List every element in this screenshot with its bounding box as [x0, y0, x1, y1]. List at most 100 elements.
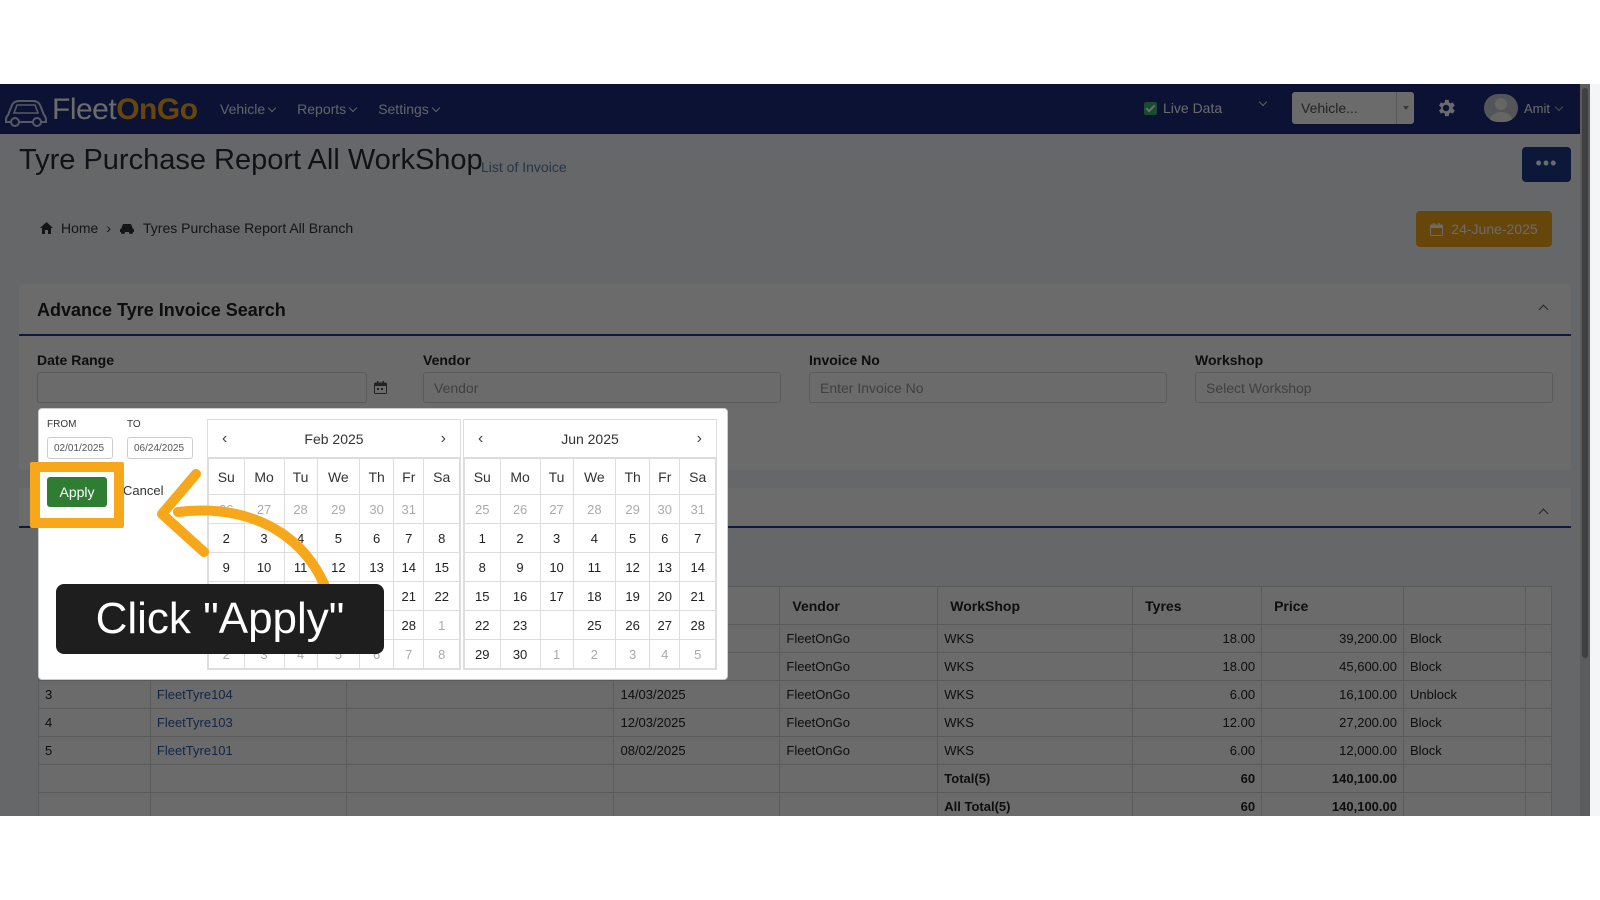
invoice-link[interactable]: FleetTyre101	[149, 736, 347, 765]
calendar-day[interactable]: 27	[539, 494, 574, 524]
from-date-input[interactable]: 02/01/2025	[47, 437, 113, 459]
logo[interactable]: FleetOnGo	[4, 90, 198, 130]
apply-highlight-frame	[30, 462, 124, 528]
calendar-day[interactable]: 31	[679, 494, 716, 524]
advance-search-header[interactable]: Advance Tyre Invoice Search	[19, 284, 1571, 336]
calendar-day[interactable]: 2	[572, 639, 617, 669]
calendar-day[interactable]: 15	[464, 581, 501, 611]
table-row: 5 FleetTyre101 08/02/2025 FleetOnGo WKS 6.00 1…	[38, 736, 1553, 765]
live-data-toggle[interactable]: Live Data	[1144, 100, 1222, 116]
calendar-day[interactable]: 31	[393, 494, 425, 524]
column-header-tyres[interactable]: Tyres	[1132, 586, 1263, 625]
calendar-day[interactable]: 14	[679, 552, 716, 582]
calendar-day[interactable]: 10	[539, 552, 574, 582]
calendar-day[interactable]: 17	[539, 581, 574, 611]
calendar-day[interactable]: 3	[539, 523, 574, 553]
menu-reports[interactable]: Reports	[297, 101, 358, 117]
table-cell: WKS	[937, 624, 1134, 653]
gear-icon[interactable]	[1435, 97, 1457, 119]
calendar-day[interactable]: 28	[393, 610, 425, 640]
chevron-down-icon	[348, 103, 358, 112]
collapse-icon[interactable]	[1538, 508, 1549, 519]
calendar-day[interactable]: 5	[679, 639, 716, 669]
calendar-day[interactable]: 7	[393, 639, 425, 669]
total-price: 140,100.00	[1261, 792, 1404, 816]
calendar-day[interactable]: 20	[649, 581, 681, 611]
calendar-day[interactable]: 18	[572, 581, 617, 611]
calendar-day[interactable]: 30	[499, 639, 541, 669]
calendar-day[interactable]: 3	[615, 639, 651, 669]
collapse-icon[interactable]	[1538, 304, 1549, 315]
calendar-day[interactable]: 9	[499, 552, 541, 582]
calendar-day[interactable]: 23	[499, 610, 541, 640]
menu-vehicle[interactable]: Vehicle	[220, 101, 277, 117]
calendar-day[interactable]: 13	[359, 552, 395, 582]
chevron-down-icon[interactable]	[1258, 97, 1268, 107]
workshop-select[interactable]: Select Workshop	[1195, 372, 1553, 403]
calendar-day[interactable]: 13	[649, 552, 681, 582]
calendar-day[interactable]: 6	[359, 523, 395, 553]
calendar-day[interactable]: 2	[499, 523, 541, 553]
date-range-input[interactable]	[37, 372, 367, 403]
date-range-calendar-button[interactable]	[366, 372, 394, 403]
calendar-day[interactable]: 29	[615, 494, 651, 524]
calendar-day[interactable]: 30	[649, 494, 681, 524]
calendar-day[interactable]: 27	[649, 610, 681, 640]
calendar-day[interactable]: 8	[423, 523, 460, 553]
dropdown-arrow-icon[interactable]	[1396, 92, 1414, 124]
page-scrollbar[interactable]	[1580, 84, 1590, 816]
invoice-link[interactable]: FleetTyre104	[149, 680, 347, 709]
calendar-day[interactable]: 25	[464, 494, 501, 524]
calendar-day[interactable]: 30	[359, 494, 395, 524]
car-logo-icon	[5, 100, 47, 127]
column-header-price[interactable]: Price	[1261, 586, 1404, 625]
calendar-day[interactable]: 28	[572, 494, 617, 524]
calendar-day[interactable]: 26	[615, 610, 651, 640]
calendar-day[interactable]: 12	[615, 552, 651, 582]
breadcrumb-home[interactable]: Home	[61, 220, 98, 236]
more-options-button[interactable]: •••	[1522, 147, 1571, 182]
column-header-vendor[interactable]: Vendor	[779, 586, 939, 625]
calendar-left-title: Feb 2025	[304, 430, 364, 447]
calendar-day[interactable]: 11	[572, 552, 617, 582]
prev-month-icon[interactable]: ‹	[478, 430, 483, 448]
calendar-day[interactable]: 29	[464, 639, 501, 669]
column-header-workshop[interactable]: WorkShop	[937, 586, 1134, 625]
calendar-day[interactable]: 26	[499, 494, 541, 524]
scrollbar-thumb[interactable]	[1582, 88, 1588, 658]
calendar-day[interactable]: 19	[615, 581, 651, 611]
menu-settings[interactable]: Settings	[378, 101, 441, 117]
calendar-day[interactable]: 5	[615, 523, 651, 553]
calendar-week: 29 30 1 2 3 4 5	[464, 639, 716, 669]
next-month-icon[interactable]: ›	[697, 430, 702, 448]
next-month-icon[interactable]: ›	[441, 430, 446, 448]
calendar-day[interactable]: 6	[649, 523, 681, 553]
from-label: FROM	[47, 419, 77, 430]
calendar-day[interactable]: 28	[679, 610, 716, 640]
vehicle-select[interactable]: Vehicle...	[1292, 92, 1414, 124]
calendar-day[interactable]: 21	[393, 581, 425, 611]
calendar-day[interactable]: 22	[423, 581, 460, 611]
calendar-day[interactable]: 1	[464, 523, 501, 553]
calendar-day[interactable]: 4	[572, 523, 617, 553]
calendar-day[interactable]: 7	[393, 523, 425, 553]
calendar-day[interactable]: 14	[393, 552, 425, 582]
live-data-label: Live Data	[1163, 100, 1223, 116]
calendar-day[interactable]: 7	[679, 523, 716, 553]
vendor-input[interactable]: Vendor	[423, 372, 781, 403]
calendar-day[interactable]: 8	[423, 639, 460, 669]
calendar-day[interactable]: 15	[423, 552, 460, 582]
user-menu[interactable]: Amit	[1484, 94, 1564, 122]
calendar-day[interactable]: 1	[423, 610, 460, 640]
live-data-checkbox[interactable]	[1144, 101, 1157, 115]
calendar-day[interactable]: 4	[649, 639, 681, 669]
calendar-day[interactable]: 21	[679, 581, 716, 611]
invoice-no-input[interactable]: Enter Invoice No	[809, 372, 1167, 403]
calendar-day[interactable]: 22	[464, 610, 501, 640]
invoice-link[interactable]: FleetTyre103	[149, 708, 347, 737]
calendar-day[interactable]: 25	[572, 610, 617, 640]
calendar-day[interactable]: 16	[499, 581, 541, 611]
calendar-day[interactable]: 1	[539, 639, 574, 669]
prev-month-icon[interactable]: ‹	[222, 430, 227, 448]
calendar-day[interactable]: 8	[464, 552, 501, 582]
